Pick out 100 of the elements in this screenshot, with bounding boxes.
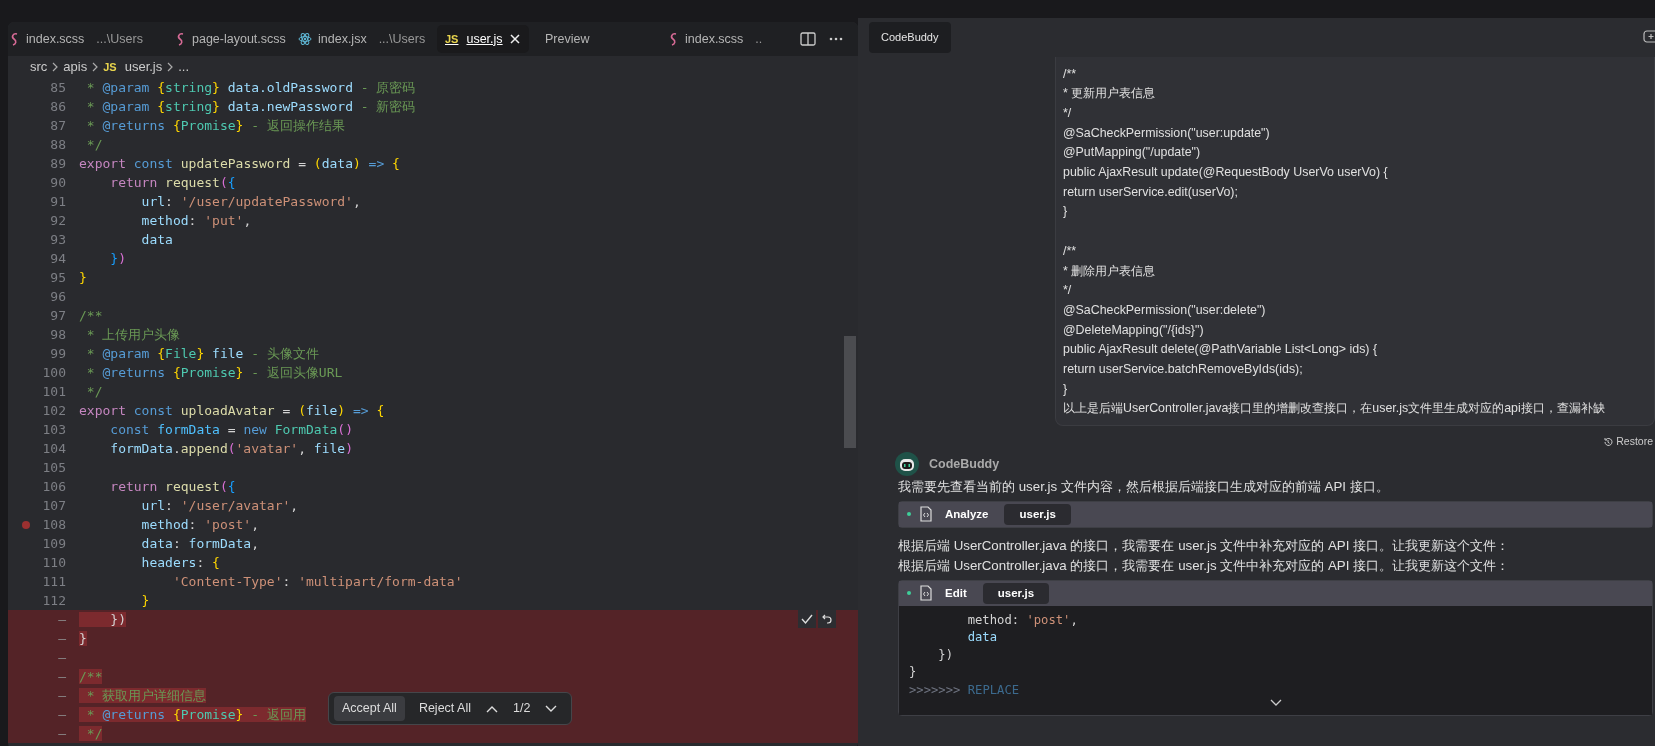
assistant-name: CodeBuddy [929, 455, 1000, 473]
chevron-down-icon[interactable] [1269, 699, 1282, 708]
breadcrumb-item[interactable]: JS user.js [103, 57, 163, 77]
close-icon[interactable] [509, 33, 521, 45]
message-line: /** [1063, 65, 1078, 83]
accept-change-button[interactable] [798, 610, 816, 628]
code-line: } [909, 665, 917, 680]
line-number: 85 [50, 80, 66, 95]
undo-change-button[interactable] [818, 610, 836, 628]
line-number: — [58, 669, 66, 684]
code-line: return request({ [109, 174, 236, 192]
line-number: 89 [50, 156, 66, 171]
line-number: 110 [42, 555, 66, 570]
message-line: * 更新用户表信息 [1063, 85, 1157, 103]
line-number: — [58, 612, 66, 627]
assistant-message: 根据后端 UserController.java 的接口，我需要在 user.js 文件中补充对应的 API 接口。让我更新这个文件： [898, 536, 1511, 555]
code-line: } [140, 592, 150, 610]
file-chip[interactable]: user.js [982, 582, 1050, 604]
chevron-right-icon [91, 61, 100, 73]
editor-tab[interactable]: JS user.js [437, 25, 529, 53]
line-number: 109 [42, 536, 66, 551]
code-line: export const uploadAvatar = (file) => { [78, 402, 385, 420]
line-number: 92 [50, 213, 66, 228]
line-number: 94 [50, 251, 66, 266]
message-line: /** [1063, 242, 1078, 260]
history-icon [1603, 437, 1614, 447]
editor-tab[interactable]: index.scss .. [661, 25, 779, 53]
message-line: @SaCheckPermission("user:update") [1063, 124, 1271, 142]
code-line: const formData = new FormData() [109, 421, 353, 439]
code-file-icon [919, 506, 933, 523]
code-line: data: formData, [140, 535, 260, 553]
breadcrumb-item[interactable]: src [30, 57, 48, 77]
line-number: 108 [42, 517, 66, 532]
accept-all-button[interactable]: Accept All [334, 696, 405, 721]
code-line: */ [85, 136, 103, 154]
change-counter: 1/2 [513, 700, 531, 718]
code-line: */ [85, 383, 103, 401]
line-number: 91 [50, 194, 66, 209]
line-number: 95 [50, 270, 66, 285]
code-line: * @param {File} file - 头像文件 [85, 345, 319, 363]
editor-tab[interactable]: Preview [537, 25, 661, 53]
message-line: 以上是后端UserController.java接口里的增删改查接口，在user.js文件里生成对应的api接口，查漏补缺 [1063, 400, 1606, 418]
code-line: * @returns {Promise} - 返回操作结果 [85, 117, 345, 135]
code-line: * @param {string} data.oldPassword - 原密码 [85, 79, 416, 97]
line-number: — [58, 631, 66, 646]
editor-tab[interactable]: index.scss ...\Users [8, 25, 168, 53]
reject-all-button[interactable]: Reject All [410, 696, 479, 721]
line-number: 93 [50, 232, 66, 247]
line-number: — [58, 650, 66, 665]
code-line: method: 'post', [966, 612, 1078, 627]
message-line: return userService.batchRemoveByIds(ids); [1063, 361, 1304, 379]
line-number: 103 [42, 422, 66, 437]
code-line: export const updatePassword = (data) => { [78, 155, 400, 173]
message-line: */ [1063, 282, 1073, 300]
code-line: * @returns {Promise} - 返回头像URL [85, 364, 343, 382]
message-line: */ [1063, 104, 1073, 122]
sass-icon [10, 32, 20, 46]
message-line: * 删除用户表信息 [1063, 262, 1157, 280]
code-line: >>>>>>> REPLACE [909, 682, 1020, 697]
line-number: 99 [50, 346, 66, 361]
next-change-icon[interactable] [544, 703, 559, 714]
split-editor-icon[interactable] [800, 32, 816, 46]
code-file-icon [919, 585, 933, 602]
code-line: } [78, 269, 87, 287]
assistant-message: 我需要先查看当前的 user.js 文件内容，然后根据后端接口生成对应的前端 API 接口。 [898, 477, 1390, 496]
line-number: 104 [42, 441, 66, 456]
line-number: 87 [50, 118, 66, 133]
file-chip[interactable]: user.js [1004, 503, 1071, 525]
line-number: 106 [42, 479, 66, 494]
line-number: — [58, 726, 66, 741]
message-line: public AjaxResult delete(@PathVariable List<Long> ids) { [1063, 341, 1379, 359]
breadcrumb-item[interactable]: apis [63, 57, 88, 77]
editor-tab[interactable]: page-layout.scss [168, 25, 290, 53]
line-number: 100 [42, 365, 66, 380]
code-line: data [966, 630, 998, 645]
chat-tab[interactable]: CodeBuddy [869, 22, 951, 53]
restore-button[interactable]: Restore [1603, 434, 1653, 450]
message-line: @PutMapping("/update") [1063, 144, 1202, 162]
line-number: 96 [50, 289, 66, 304]
line-number: 111 [42, 574, 66, 589]
chevron-right-icon [166, 61, 175, 73]
code-line: headers: { [140, 554, 220, 572]
line-number: 105 [42, 460, 66, 475]
sass-icon [176, 32, 186, 46]
line-number: — [58, 707, 66, 722]
code-line: 'Content-Type': 'multipart/form-data' [171, 573, 463, 591]
code-line: formData.append('avatar', file) [109, 440, 353, 458]
assistant-message: 根据后端 UserController.java 的接口，我需要在 user.js 文件中补充对应的 API 接口。让我更新这个文件： [898, 556, 1511, 575]
sass-icon [669, 32, 679, 46]
code-line: data [140, 231, 173, 249]
editor-tab[interactable]: index.jsx ...\Users [290, 25, 437, 53]
new-chat-icon[interactable] [1643, 28, 1655, 44]
atom-icon [298, 32, 312, 46]
code-line: url: '/user/updatePassword', [140, 193, 361, 211]
line-number: 88 [50, 137, 66, 152]
line-number: 98 [50, 327, 66, 342]
line-number: 97 [50, 308, 66, 323]
breadcrumb-item[interactable]: ... [178, 57, 190, 77]
scrollbar-thumb[interactable] [844, 336, 856, 448]
message-line: @DeleteMapping("/{ids}") [1063, 321, 1205, 339]
